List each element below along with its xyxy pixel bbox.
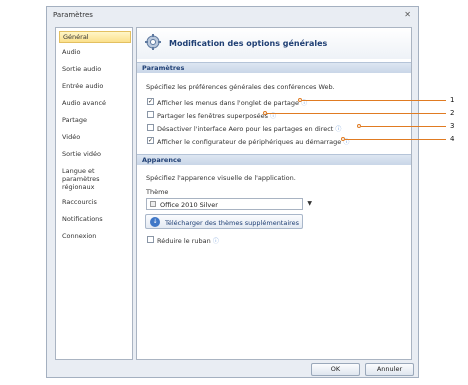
sidebar-item-shortcuts[interactable]: Raccourcis [59, 198, 131, 206]
info-icon: ⓘ [301, 100, 308, 107]
callout-number: 1 [450, 96, 455, 104]
sidebar-item-language[interactable]: Langue et paramètres régionaux [59, 167, 119, 191]
sidebar-item-audio-output[interactable]: Sortie audio [59, 65, 131, 73]
chevron-down-icon[interactable]: ▼ [307, 200, 312, 207]
theme-icon [150, 201, 156, 207]
sidebar-item-label: Notifications [62, 215, 103, 223]
cancel-button[interactable]: Annuler [365, 363, 414, 376]
sidebar-item-label: Raccourcis [62, 198, 97, 206]
gear-icon [145, 34, 161, 50]
checkbox-show-menus[interactable]: ✓ [147, 98, 154, 105]
info-icon: ⓘ [212, 238, 219, 245]
apparence-description: Spécifiez l'apparence visuelle de l'appl… [146, 174, 296, 182]
download-themes-button[interactable]: ↓ Télécharger des thèmes supplémentaires [145, 214, 303, 229]
checkbox-reduce-ribbon[interactable] [147, 236, 154, 243]
download-themes-label: Télécharger des thèmes supplémentaires [165, 219, 300, 227]
checkbox-device-configurator[interactable]: ✓ [147, 137, 154, 144]
sidebar: Général Audio Sortie audio Entrée audio … [55, 27, 133, 360]
callout-line [361, 126, 446, 127]
section-header-apparence: Apparence [137, 154, 411, 165]
option-label: Afficher les menus dans l'onglet de part… [157, 99, 308, 107]
content-panel: Modification des options générales Param… [136, 27, 412, 360]
ok-button[interactable]: OK [311, 363, 360, 376]
sidebar-item-general[interactable]: Général [59, 31, 131, 43]
theme-select[interactable]: Office 2010 Silver ▼ [146, 198, 312, 210]
sidebar-item-label: Sortie audio [62, 65, 102, 73]
option-label: Réduire le ruban ⓘ [157, 237, 219, 245]
title-bar: Paramètres ✕ [47, 7, 418, 24]
sidebar-item-label: Général [63, 33, 89, 41]
callout-line [345, 139, 446, 140]
settings-dialog: Paramètres ✕ Général Audio Sortie audio … [46, 6, 419, 378]
info-icon: ⓘ [270, 113, 277, 120]
download-icon: ↓ [150, 217, 160, 227]
option-label: Partager les fenêtres superposées ⓘ [157, 112, 277, 120]
callout-number: 2 [450, 109, 455, 117]
parametres-description: Spécifiez les préférences générales des … [146, 83, 335, 91]
sidebar-item-audio[interactable]: Audio [59, 48, 131, 56]
close-icon[interactable]: ✕ [404, 10, 411, 19]
callout-number: 4 [450, 135, 455, 143]
callout-number: 3 [450, 122, 455, 130]
sidebar-item-audio-input[interactable]: Entrée audio [59, 82, 131, 90]
callout-line [302, 100, 446, 101]
sidebar-item-label: Connexion [62, 232, 97, 240]
sidebar-item-sharing[interactable]: Partage [59, 116, 131, 124]
window-title: Paramètres [53, 11, 93, 19]
option-label: Afficher le configurateur de périphériqu… [157, 138, 350, 146]
section-header-parametres: Paramètres [137, 62, 411, 73]
sidebar-item-label: Langue et paramètres régionaux [62, 167, 100, 191]
content-header: Modification des options générales [137, 28, 411, 59]
sidebar-item-video[interactable]: Vidéo [59, 133, 131, 141]
sidebar-item-label: Vidéo [62, 133, 81, 141]
callout-line [267, 113, 446, 114]
sidebar-item-label: Sortie vidéo [62, 150, 101, 158]
sidebar-item-label: Audio [62, 48, 81, 56]
theme-label: Thème [146, 188, 169, 196]
option-label: Désactiver l'interface Aero pour les par… [157, 125, 342, 133]
checkbox-disable-aero[interactable] [147, 124, 154, 131]
sidebar-item-video-output[interactable]: Sortie vidéo [59, 150, 131, 158]
checkbox-share-overlapping[interactable] [147, 111, 154, 118]
sidebar-item-label: Audio avancé [62, 99, 107, 107]
page-title: Modification des options générales [169, 39, 328, 48]
info-icon: ⓘ [335, 126, 342, 133]
sidebar-item-label: Partage [62, 116, 87, 124]
sidebar-item-connection[interactable]: Connexion [59, 232, 131, 240]
theme-value: Office 2010 Silver [160, 201, 218, 209]
sidebar-item-advanced-audio[interactable]: Audio avancé [59, 99, 131, 107]
sidebar-item-label: Entrée audio [62, 82, 104, 90]
sidebar-item-notifications[interactable]: Notifications [59, 215, 131, 223]
